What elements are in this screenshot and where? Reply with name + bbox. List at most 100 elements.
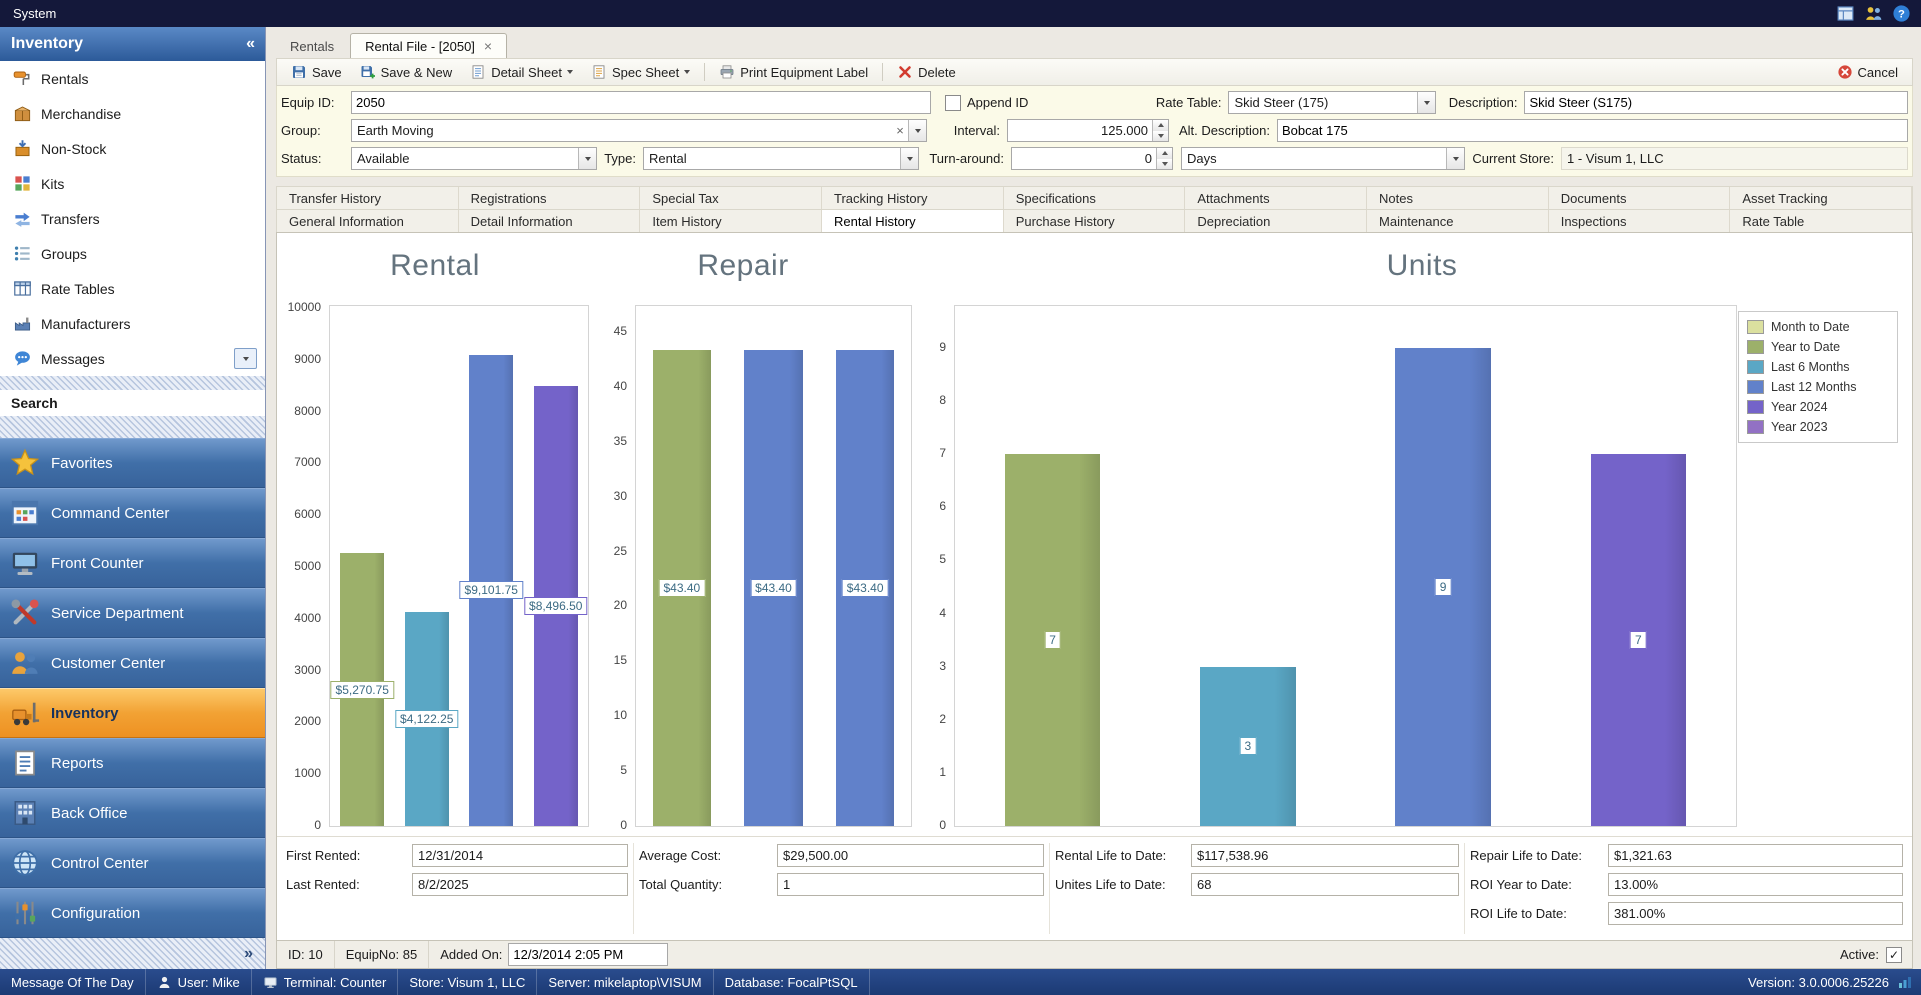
expand-options-button[interactable]: » xyxy=(244,945,253,963)
clear-group-icon[interactable]: × xyxy=(892,120,908,141)
subtab-inspections[interactable]: Inspections xyxy=(1549,210,1731,232)
type-combo[interactable]: Rental xyxy=(643,147,919,170)
y-axis-tick-label: 4 xyxy=(939,605,946,620)
y-axis-tick-label: 2 xyxy=(939,711,946,726)
group-combo[interactable]: Earth Moving × xyxy=(351,119,927,142)
sidebar-splitter[interactable] xyxy=(0,416,265,438)
dropdown-button[interactable] xyxy=(908,120,926,141)
tab-rentals[interactable]: Rentals xyxy=(276,35,348,58)
nav-button-label: Back Office xyxy=(51,804,128,822)
sidebar-item-rentals[interactable]: Rentals xyxy=(0,61,265,96)
nav-button-back-office[interactable]: Back Office xyxy=(0,788,265,838)
subtab-maintenance[interactable]: Maintenance xyxy=(1367,210,1549,232)
turn-around-spinner[interactable]: 0 xyxy=(1011,147,1173,170)
subtab-rental-history[interactable]: Rental History xyxy=(822,210,1004,232)
sidebar-item-merchandise[interactable]: Merchandise xyxy=(0,96,265,131)
close-tab-icon[interactable]: × xyxy=(484,39,492,53)
nav-button-label: Command Center xyxy=(51,504,170,522)
status-server-text: Server: mikelaptop\VISUM xyxy=(548,974,702,990)
nav-button-configuration[interactable]: Configuration xyxy=(0,888,265,938)
spin-up-icon[interactable] xyxy=(1157,148,1172,159)
added-on-input[interactable] xyxy=(508,943,669,966)
interval-spinner[interactable]: 125.000 xyxy=(1007,119,1169,142)
spinner-buttons[interactable] xyxy=(1152,120,1168,141)
spec-sheet-button[interactable]: Spec Sheet xyxy=(583,62,698,82)
y-axis-tick-label: 10000 xyxy=(287,300,321,314)
spin-down-icon[interactable] xyxy=(1153,130,1168,141)
alt-description-input[interactable] xyxy=(1277,119,1908,142)
nav-button-inventory[interactable]: Inventory xyxy=(0,688,265,738)
spin-up-icon[interactable] xyxy=(1153,120,1168,131)
collapse-sidebar-button[interactable]: « xyxy=(246,35,255,53)
subtab-specifications[interactable]: Specifications xyxy=(1004,187,1186,209)
repair-chart: Repair $43.40 $43.40 $43.40 0 5 10 15 20 25 30 35… xyxy=(573,233,913,836)
sidebar-item-manufacturers[interactable]: Manufacturers xyxy=(0,306,265,341)
subtab-special-tax[interactable]: Special Tax xyxy=(640,187,823,209)
append-id-checkbox[interactable] xyxy=(945,94,961,111)
subtab-attachments[interactable]: Attachments xyxy=(1185,187,1368,209)
print-equipment-label-button[interactable]: Print Equipment Label xyxy=(711,62,876,82)
rate-table-combo[interactable]: Skid Steer (175) xyxy=(1228,91,1437,114)
save-button[interactable]: Save xyxy=(283,62,350,82)
nav-button-control-center[interactable]: Control Center xyxy=(0,838,265,888)
sidebar-item-transfers[interactable]: Transfers xyxy=(0,201,265,236)
spinner-buttons[interactable] xyxy=(1156,148,1172,169)
status-store: Store: Visum 1, LLC xyxy=(398,969,538,995)
dropdown-button[interactable] xyxy=(578,148,596,169)
save-and-new-button[interactable]: Save & New xyxy=(352,62,461,82)
nav-button-customer-center[interactable]: Customer Center xyxy=(0,638,265,688)
tab-rental-file[interactable]: Rental File - [2050] × xyxy=(350,33,508,58)
sidebar-item-groups[interactable]: Groups xyxy=(0,236,265,271)
session-icon[interactable] xyxy=(1864,4,1883,23)
nav-button-service-department[interactable]: Service Department xyxy=(0,588,265,638)
sidebar-item-non-stock[interactable]: Non-Stock xyxy=(0,131,265,166)
sidebar-item-messages[interactable]: Messages xyxy=(0,341,265,376)
dropdown-button[interactable] xyxy=(1446,148,1464,169)
subtab-notes[interactable]: Notes xyxy=(1367,187,1549,209)
turn-around-unit-combo[interactable]: Days xyxy=(1181,147,1465,170)
nav-button-reports[interactable]: Reports xyxy=(0,738,265,788)
help-icon[interactable]: ? xyxy=(1892,4,1911,23)
active-checkbox[interactable]: ✓ xyxy=(1886,946,1902,963)
subtab-general-information[interactable]: General Information xyxy=(277,210,459,232)
subtab-depreciation[interactable]: Depreciation xyxy=(1185,210,1368,232)
subtab-asset-tracking[interactable]: Asset Tracking xyxy=(1730,187,1913,209)
sidebar-item-rate-tables[interactable]: Rate Tables xyxy=(0,271,265,306)
cancel-button[interactable]: Cancel xyxy=(1829,62,1906,82)
spin-down-icon[interactable] xyxy=(1157,158,1172,169)
bar-value-label: $43.40 xyxy=(658,578,706,597)
subtab-transfer-history[interactable]: Transfer History xyxy=(277,187,459,209)
detail-sheet-button[interactable]: Detail Sheet xyxy=(462,62,581,82)
search-section-header[interactable]: Search xyxy=(0,390,265,416)
menubar: System ? xyxy=(0,0,1921,27)
dropdown-button[interactable] xyxy=(900,148,918,169)
delete-button[interactable]: Delete xyxy=(889,62,964,82)
system-menu[interactable]: System xyxy=(0,0,69,27)
search-label: Search xyxy=(11,395,58,411)
subtab-item-history[interactable]: Item History xyxy=(640,210,823,232)
equip-id-input[interactable] xyxy=(351,91,931,114)
dropdown-button[interactable] xyxy=(1417,92,1436,113)
subtab-documents[interactable]: Documents xyxy=(1549,187,1731,209)
subtab-tracking-history[interactable]: Tracking History xyxy=(822,187,1004,209)
subtab-registrations[interactable]: Registrations xyxy=(459,187,641,209)
average-cost-value: $29,500.00 xyxy=(777,844,1044,867)
message-of-the-day[interactable]: Message Of The Day xyxy=(0,969,146,995)
messages-dropdown-button[interactable] xyxy=(234,348,257,369)
status-combo[interactable]: Available xyxy=(351,147,597,170)
record-id-text: ID: 10 xyxy=(288,947,323,962)
append-id-label: Append ID xyxy=(967,95,1029,110)
description-input[interactable] xyxy=(1524,91,1908,114)
nav-button-command-center[interactable]: Command Center xyxy=(0,488,265,538)
sidebar-splitter[interactable] xyxy=(0,376,265,390)
current-store-value: 1 - Visum 1, LLC xyxy=(1561,147,1908,170)
reports-icon xyxy=(10,748,40,778)
subtab-purchase-history[interactable]: Purchase History xyxy=(1004,210,1186,232)
subtab-detail-information[interactable]: Detail Information xyxy=(459,210,641,232)
sidebar-item-label: Manufacturers xyxy=(41,315,131,332)
sidebar-item-kits[interactable]: Kits xyxy=(0,166,265,201)
subtab-rate-table[interactable]: Rate Table xyxy=(1730,210,1913,232)
nav-button-favorites[interactable]: Favorites xyxy=(0,438,265,488)
nav-button-front-counter[interactable]: Front Counter xyxy=(0,538,265,588)
layout-icon[interactable] xyxy=(1836,4,1855,23)
